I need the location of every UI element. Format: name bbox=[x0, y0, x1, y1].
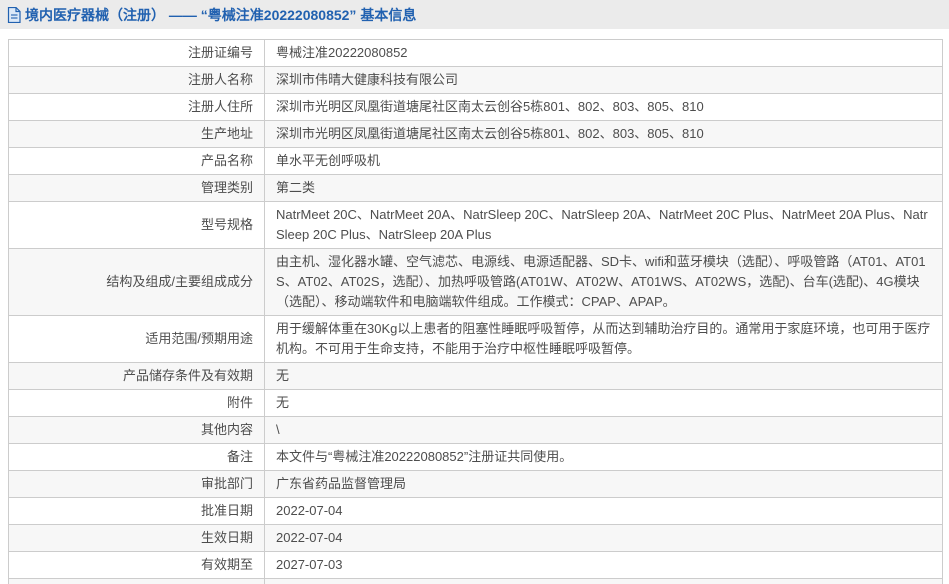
table-row: 有效期至 2027-07-03 bbox=[9, 552, 943, 579]
row-value: 2022-07-04 bbox=[265, 525, 943, 552]
table-row: 生产地址 深圳市光明区凤凰街道塘尾社区南太云创谷5栋801、802、803、80… bbox=[9, 121, 943, 148]
row-label: 型号规格 bbox=[9, 202, 265, 249]
registration-info-table: 注册证编号 粤械注准20222080852 注册人名称 深圳市伟晴大健康科技有限… bbox=[8, 39, 943, 584]
row-value: 深圳市光明区凤凰街道塘尾社区南太云创谷5栋801、802、803、805、810 bbox=[265, 94, 943, 121]
row-label: 适用范围/预期用途 bbox=[9, 316, 265, 363]
table-row: 附件 无 bbox=[9, 390, 943, 417]
row-label: 注册人住所 bbox=[9, 94, 265, 121]
row-value: 2027-07-03 bbox=[265, 552, 943, 579]
row-value bbox=[265, 579, 943, 584]
row-label: 批准日期 bbox=[9, 498, 265, 525]
table-row: 产品名称 单水平无创呼吸机 bbox=[9, 148, 943, 175]
row-value: 单水平无创呼吸机 bbox=[265, 148, 943, 175]
row-value: 无 bbox=[265, 363, 943, 390]
row-value: 深圳市光明区凤凰街道塘尾社区南太云创谷5栋801、802、803、805、810 bbox=[265, 121, 943, 148]
table-row: 生效日期 2022-07-04 bbox=[9, 525, 943, 552]
table-row: 结构及组成/主要组成成分 由主机、湿化器水罐、空气滤芯、电源线、电源适配器、SD… bbox=[9, 249, 943, 316]
table-row: 备注 本文件与“粤械注准20222080852”注册证共同使用。 bbox=[9, 444, 943, 471]
row-label: 结构及组成/主要组成成分 bbox=[9, 249, 265, 316]
table-row bbox=[9, 579, 943, 584]
table-row: 注册证编号 粤械注准20222080852 bbox=[9, 40, 943, 67]
row-label bbox=[9, 579, 265, 584]
row-label: 审批部门 bbox=[9, 471, 265, 498]
row-value: 广东省药品监督管理局 bbox=[265, 471, 943, 498]
row-label: 管理类别 bbox=[9, 175, 265, 202]
page-header: 境内医疗器械（注册） —— “粤械注准20222080852” 基本信息 bbox=[0, 0, 949, 29]
table-row: 其他内容 \ bbox=[9, 417, 943, 444]
row-label: 产品储存条件及有效期 bbox=[9, 363, 265, 390]
row-value: 粤械注准20222080852 bbox=[265, 40, 943, 67]
row-value: NatrMeet 20C、NatrMeet 20A、NatrSleep 20C、… bbox=[265, 202, 943, 249]
row-value: 由主机、湿化器水罐、空气滤芯、电源线、电源适配器、SD卡、wifi和蓝牙模块（选… bbox=[265, 249, 943, 316]
row-value: \ bbox=[265, 417, 943, 444]
row-label: 生产地址 bbox=[9, 121, 265, 148]
row-value: 无 bbox=[265, 390, 943, 417]
row-label: 有效期至 bbox=[9, 552, 265, 579]
row-value: 深圳市伟晴大健康科技有限公司 bbox=[265, 67, 943, 94]
row-value: 2022-07-04 bbox=[265, 498, 943, 525]
table-row: 适用范围/预期用途 用于缓解体重在30Kg以上患者的阻塞性睡眠呼吸暂停，从而达到… bbox=[9, 316, 943, 363]
table-row: 批准日期 2022-07-04 bbox=[9, 498, 943, 525]
row-label: 生效日期 bbox=[9, 525, 265, 552]
table-row: 管理类别 第二类 bbox=[9, 175, 943, 202]
row-value: 用于缓解体重在30Kg以上患者的阻塞性睡眠呼吸暂停，从而达到辅助治疗目的。通常用… bbox=[265, 316, 943, 363]
row-label: 产品名称 bbox=[9, 148, 265, 175]
table-row: 型号规格 NatrMeet 20C、NatrMeet 20A、NatrSleep… bbox=[9, 202, 943, 249]
table-row: 审批部门 广东省药品监督管理局 bbox=[9, 471, 943, 498]
row-label: 注册证编号 bbox=[9, 40, 265, 67]
row-label: 备注 bbox=[9, 444, 265, 471]
row-value: 第二类 bbox=[265, 175, 943, 202]
row-label: 注册人名称 bbox=[9, 67, 265, 94]
row-label: 其他内容 bbox=[9, 417, 265, 444]
table-row: 产品储存条件及有效期 无 bbox=[9, 363, 943, 390]
row-label: 附件 bbox=[9, 390, 265, 417]
table-row: 注册人名称 深圳市伟晴大健康科技有限公司 bbox=[9, 67, 943, 94]
document-icon bbox=[7, 7, 21, 23]
row-value: 本文件与“粤械注准20222080852”注册证共同使用。 bbox=[265, 444, 943, 471]
page-title: 境内医疗器械（注册） —— “粤械注准20222080852” 基本信息 bbox=[25, 5, 416, 25]
table-row: 注册人住所 深圳市光明区凤凰街道塘尾社区南太云创谷5栋801、802、803、8… bbox=[9, 94, 943, 121]
